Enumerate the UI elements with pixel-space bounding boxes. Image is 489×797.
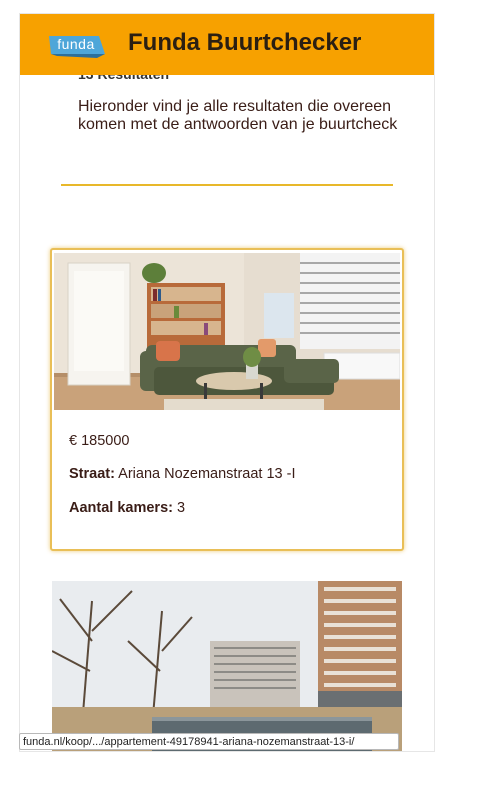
results-description: Hieronder vind je alle resultaten die ov… <box>78 98 398 133</box>
funda-logo[interactable]: funda <box>47 34 105 58</box>
street-label: Straat: <box>69 466 115 482</box>
listing-photo-apartment-building <box>52 581 402 751</box>
listing-price: € 185000 <box>69 433 130 449</box>
listing-photo-living-room <box>54 253 400 410</box>
divider <box>61 184 393 186</box>
results-page: 13 Resultaten Hieronder vind je alle res… <box>20 14 434 751</box>
listing-card[interactable] <box>52 581 402 751</box>
listing-rooms: Aantal kamers: 3 <box>69 500 185 516</box>
listing-card[interactable]: € 185000 Straat: Ariana Nozemanstraat 13… <box>50 248 404 551</box>
rooms-value: 3 <box>177 500 186 516</box>
logo-text: funda <box>57 36 95 52</box>
street-value: Ariana Nozemanstraat 13 -I <box>118 466 296 482</box>
listing-street: Straat: Ariana Nozemanstraat 13 -I <box>69 466 295 482</box>
rooms-label: Aantal kamers: <box>69 500 173 516</box>
link-status-bar: funda.nl/koop/.../appartement-49178941-a… <box>19 733 399 750</box>
app-title: Funda Buurtchecker <box>128 29 362 56</box>
app-header: funda Funda Buurtchecker <box>20 14 434 75</box>
app-window: 13 Resultaten Hieronder vind je alle res… <box>20 14 434 751</box>
